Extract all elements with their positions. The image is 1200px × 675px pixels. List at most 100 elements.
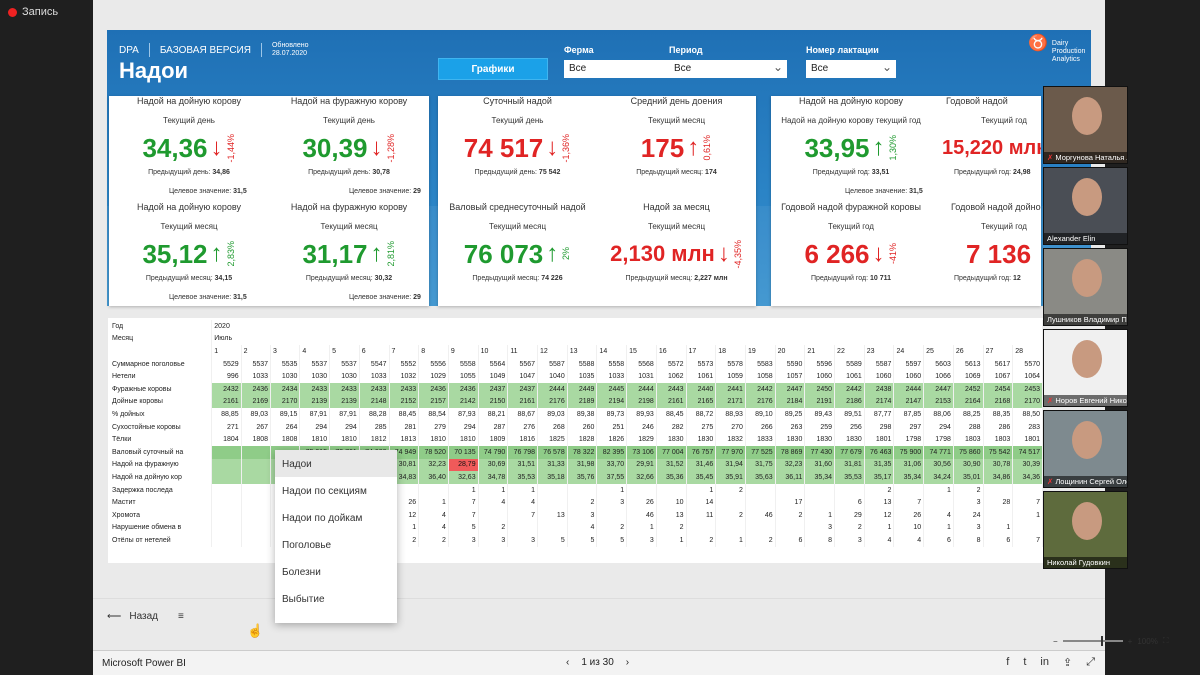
kpi-tile: Надой на дойную корову Текущий месяц 35,1… bbox=[137, 202, 241, 282]
filter-select[interactable]: Все⌄ bbox=[806, 60, 896, 78]
table-cell: 88,35 bbox=[983, 408, 1014, 421]
zoom-control[interactable]: − + 100% ⛶ bbox=[1053, 636, 1168, 646]
table-cell bbox=[537, 521, 568, 535]
table-cell: 2186 bbox=[834, 395, 865, 409]
table-cell bbox=[745, 521, 776, 535]
table-cell bbox=[983, 508, 1014, 522]
menu-item-culling[interactable]: Выбытие bbox=[275, 585, 397, 612]
zoom-in-icon[interactable]: + bbox=[1128, 637, 1133, 646]
kpi-value: 2,130 млн bbox=[610, 241, 715, 266]
next-page-icon[interactable]: › bbox=[626, 657, 629, 668]
day-header: 27 bbox=[983, 345, 1014, 358]
table-cell: 5590 bbox=[775, 357, 806, 371]
menu-item-herd[interactable]: Поголовье bbox=[275, 531, 397, 558]
table-cell: 5 bbox=[448, 521, 479, 535]
day-header: 26 bbox=[953, 345, 984, 358]
table-cell: 28,79 bbox=[448, 458, 479, 472]
participant-video[interactable]: Лушников Владимир Петрович bbox=[1043, 248, 1128, 326]
day-header: 2 bbox=[241, 345, 272, 358]
table-row: Мастит1261744232610141761373287 bbox=[110, 496, 1043, 509]
table-cell: 5537 bbox=[329, 357, 360, 371]
day-header: 17 bbox=[686, 345, 717, 358]
linkedin-icon[interactable]: in bbox=[1040, 656, 1049, 669]
table-cell: 13 bbox=[864, 496, 895, 509]
cow-icon: ♉ bbox=[1028, 35, 1048, 52]
filter-select[interactable]: Все⌄ bbox=[669, 60, 787, 78]
table-cell: 89,51 bbox=[834, 408, 865, 421]
table-cell: 77 430 bbox=[804, 445, 836, 459]
facebook-icon[interactable]: f bbox=[1006, 656, 1009, 669]
twitter-icon[interactable]: t bbox=[1023, 656, 1026, 669]
filter-period[interactable]: Период Все ⌄ bbox=[669, 45, 787, 78]
table-cell: 4 bbox=[864, 534, 895, 547]
table-cell: 2433 bbox=[329, 382, 360, 396]
zoom-out-icon[interactable]: − bbox=[1053, 637, 1058, 646]
participant-face bbox=[1072, 97, 1102, 135]
table-cell: 31,60 bbox=[804, 458, 836, 472]
table-cell: 2198 bbox=[626, 395, 657, 409]
row-label: Нарушение обмена в bbox=[110, 521, 213, 535]
arrow-down-icon: ↓ bbox=[872, 240, 885, 267]
table-cell: 1060 bbox=[864, 370, 895, 383]
participant-video[interactable]: ✗ Норов Евгений Николаевич bbox=[1043, 329, 1128, 407]
kpi-tile: Годовой надой фуражной коровы Текущий год… bbox=[781, 202, 921, 282]
table-cell bbox=[211, 458, 242, 472]
table-cell: 259 bbox=[804, 420, 836, 434]
table-cell: 30,90 bbox=[953, 458, 984, 472]
table-cell: 5558 bbox=[448, 357, 479, 371]
table-cell: 31,06 bbox=[893, 458, 925, 472]
menu-item-nadoi[interactable]: Надои bbox=[275, 450, 397, 477]
day-header: 9 bbox=[448, 345, 479, 358]
menu-item-milkings[interactable]: Надои по дойкам bbox=[275, 504, 397, 531]
menu-icon[interactable]: ≡ bbox=[178, 611, 184, 622]
day-header: 18 bbox=[715, 345, 746, 358]
filter-select[interactable]: Все⌄ bbox=[564, 60, 682, 78]
table-cell: 1810 bbox=[329, 433, 360, 446]
table-cell: 1803 bbox=[953, 433, 984, 446]
participant-video[interactable]: ✗ Лощинин Сергей Олегович СГАУ bbox=[1043, 410, 1128, 488]
fit-page-icon[interactable]: ⛶ bbox=[1163, 636, 1169, 646]
table-cell bbox=[211, 496, 242, 509]
table-cell: 29 bbox=[834, 508, 865, 522]
page-navigator-menu: Надои Надои по секциям Надои по дойкам П… bbox=[275, 450, 397, 623]
table-cell: 1055 bbox=[448, 370, 479, 383]
table-cell: 1030 bbox=[329, 370, 360, 383]
prev-page-icon[interactable]: ‹ bbox=[566, 657, 569, 668]
table-cell: 1 bbox=[626, 521, 657, 535]
row-label: Мастит bbox=[110, 496, 213, 509]
table-cell: 294 bbox=[329, 420, 360, 434]
table-cell: 31,75 bbox=[745, 458, 776, 472]
table-cell: 31,35 bbox=[864, 458, 895, 472]
menu-item-diseases[interactable]: Болезни bbox=[275, 558, 397, 585]
table-cell: 3 bbox=[804, 521, 836, 535]
table-cell: 1810 bbox=[418, 433, 449, 446]
table-cell: 10 bbox=[656, 496, 687, 509]
kpi-tile: Годовой надой дойной Текущий год 7 136 Пр… bbox=[951, 202, 1041, 282]
fullscreen-icon[interactable]: ⤢ bbox=[1086, 656, 1095, 669]
table-cell: 5547 bbox=[359, 357, 390, 371]
table-cell bbox=[1012, 521, 1043, 535]
participant-video[interactable]: Николай Гудовкин bbox=[1043, 491, 1128, 569]
table-cell bbox=[211, 521, 242, 535]
filter-lactation[interactable]: Номер лактации Все ⌄ bbox=[806, 45, 896, 78]
table-cell: 294 bbox=[448, 420, 479, 434]
kpi-target: Целевое значение: 29 bbox=[349, 188, 421, 195]
menu-item-sections[interactable]: Надои по секциям bbox=[275, 477, 397, 504]
day-header: 22 bbox=[834, 345, 865, 358]
version-label: БАЗОВАЯ ВЕРСИЯ bbox=[159, 44, 251, 56]
table-cell: 276 bbox=[507, 420, 539, 434]
filter-farm[interactable]: Ферма Все⌄ bbox=[564, 45, 682, 78]
day-header: 21 bbox=[804, 345, 836, 358]
kpi-value: 7 136 bbox=[966, 238, 1032, 269]
share-icon[interactable]: ⇪ bbox=[1063, 656, 1072, 669]
participant-face bbox=[1072, 340, 1102, 378]
charts-button[interactable]: Графики bbox=[438, 58, 548, 80]
table-cell: 32,66 bbox=[626, 471, 657, 484]
table-cell: 2171 bbox=[715, 395, 746, 409]
participant-video[interactable]: ✗ Моргунова Наталья Львовна bbox=[1043, 86, 1128, 164]
table-cell: 74 771 bbox=[923, 445, 954, 459]
table-cell bbox=[241, 483, 272, 497]
participant-video[interactable]: Alexander Elin bbox=[1043, 167, 1128, 245]
filter-label: Период bbox=[669, 45, 703, 55]
back-button[interactable]: ⟵ Назад bbox=[107, 611, 158, 622]
